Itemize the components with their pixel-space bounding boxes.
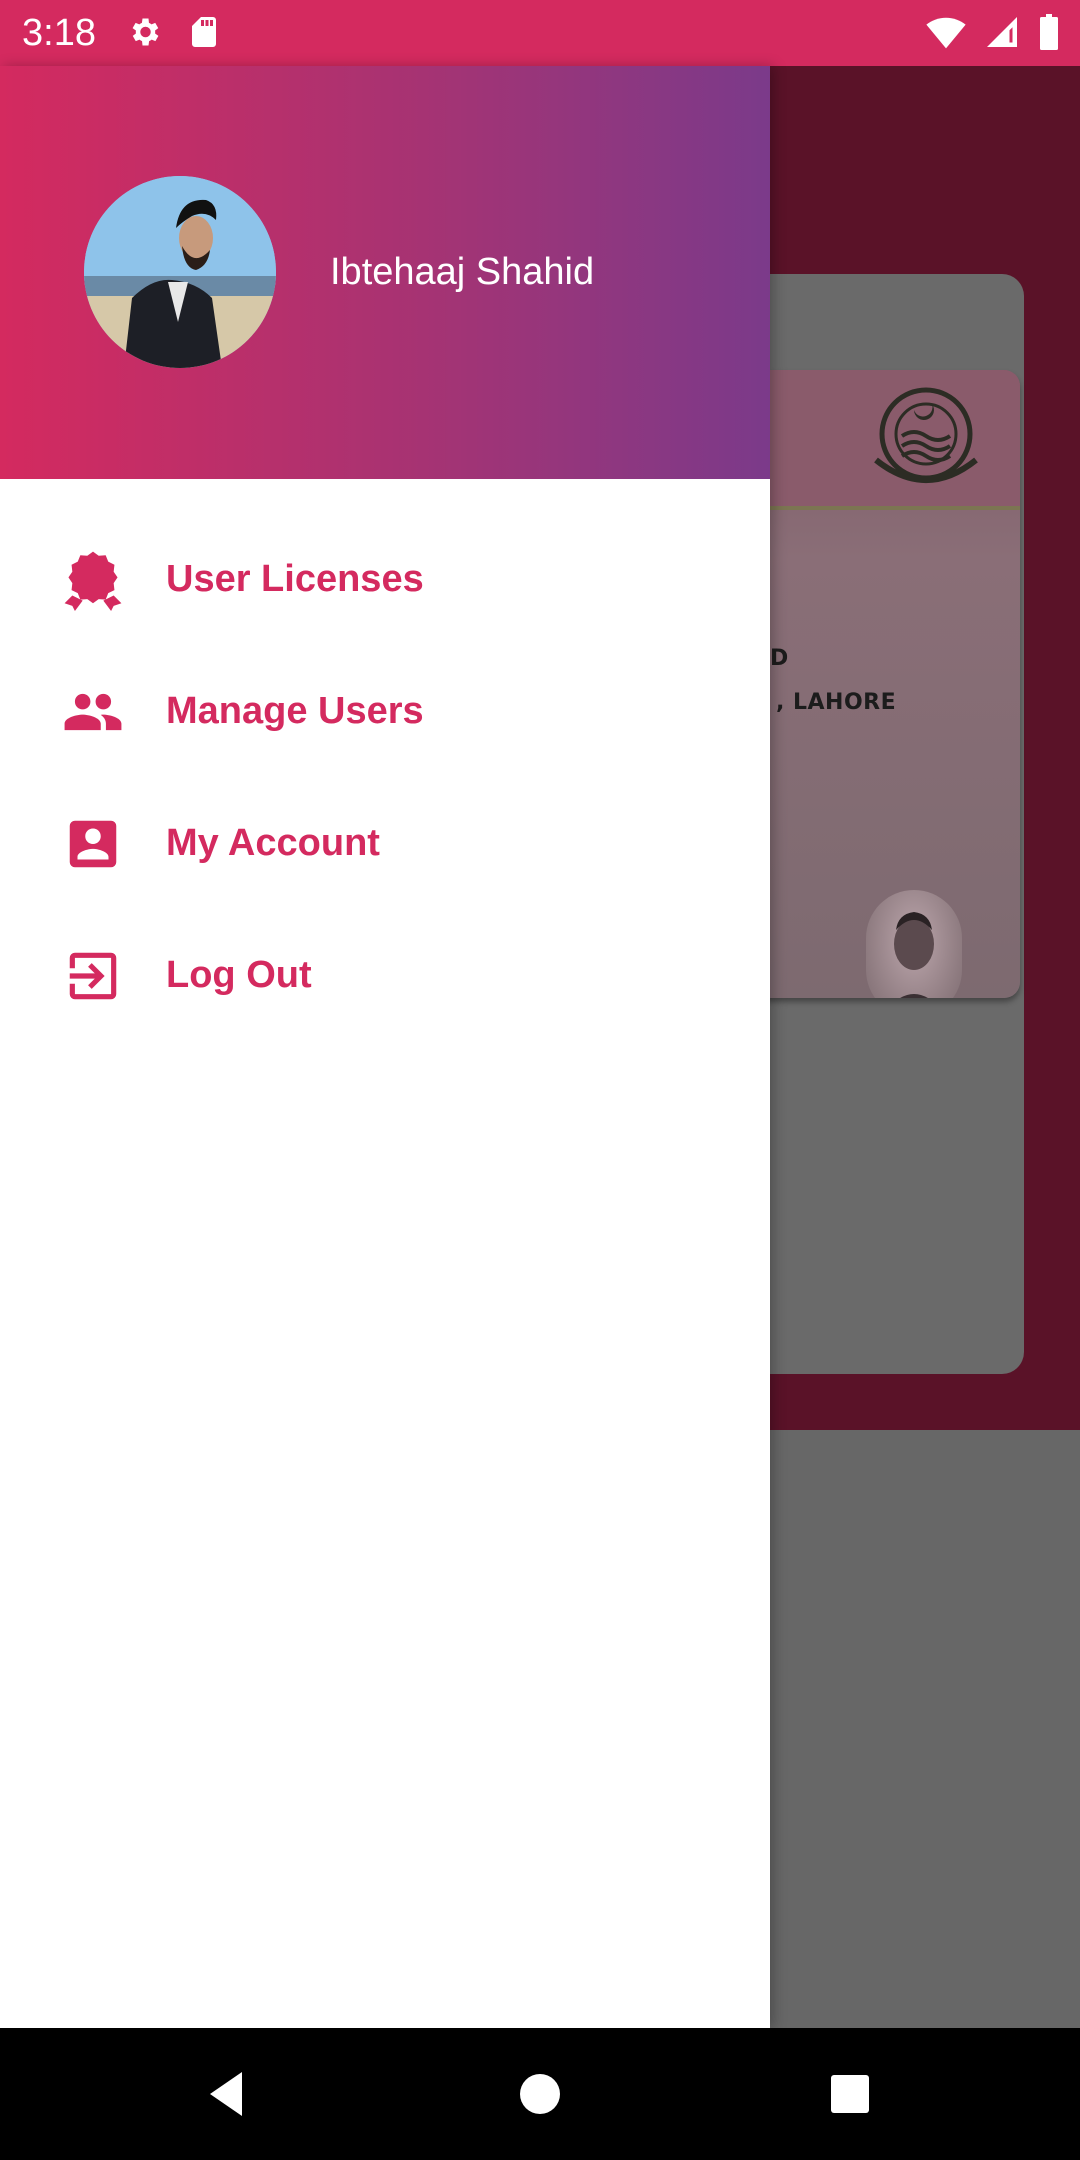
status-bar: 3:18 <box>0 0 1080 66</box>
drawer-header: Ibtehaaj Shahid <box>0 66 770 479</box>
signal-icon <box>987 17 1017 47</box>
screen: D , LAHORE 3:18 Ibtehaaj Shahid User Lic… <box>0 0 1080 2160</box>
account-box-icon <box>62 813 124 875</box>
portrait-image <box>894 912 934 998</box>
user-name: Ibtehaaj Shahid <box>330 251 595 293</box>
people-icon <box>62 681 124 743</box>
recents-icon[interactable] <box>820 2064 880 2124</box>
home-icon[interactable] <box>510 2064 570 2124</box>
license-card-text-line-2: , LAHORE <box>776 690 897 715</box>
emblem-icon <box>874 387 978 483</box>
menu-item-user-licenses[interactable]: User Licenses <box>0 513 770 645</box>
wifi-icon <box>926 17 966 49</box>
back-icon[interactable] <box>196 2064 256 2124</box>
menu-item-label: Manage Users <box>166 690 424 732</box>
license-card-photo <box>866 890 962 998</box>
drawer-menu: User Licenses Manage Users My Account Lo… <box>0 513 770 1041</box>
status-icons-left <box>126 14 222 50</box>
license-card-text-line-1: D <box>770 646 789 671</box>
status-icons-right <box>926 14 1060 50</box>
navigation-drawer: Ibtehaaj Shahid User Licenses Manage Use… <box>0 66 770 2028</box>
menu-item-label: My Account <box>166 822 380 864</box>
avatar[interactable] <box>84 176 276 368</box>
status-time: 3:18 <box>22 12 96 54</box>
badge-icon <box>62 549 124 611</box>
gear-icon <box>132 18 159 46</box>
menu-item-label: User Licenses <box>166 558 424 600</box>
battery-icon <box>1040 14 1058 50</box>
system-navigation-bar <box>0 2028 1080 2160</box>
avatar-photo <box>84 176 276 368</box>
sd-card-icon <box>192 17 216 47</box>
menu-item-manage-users[interactable]: Manage Users <box>0 645 770 777</box>
logout-icon <box>62 945 124 1007</box>
menu-item-log-out[interactable]: Log Out <box>0 909 770 1041</box>
menu-item-label: Log Out <box>166 954 312 996</box>
menu-item-my-account[interactable]: My Account <box>0 777 770 909</box>
